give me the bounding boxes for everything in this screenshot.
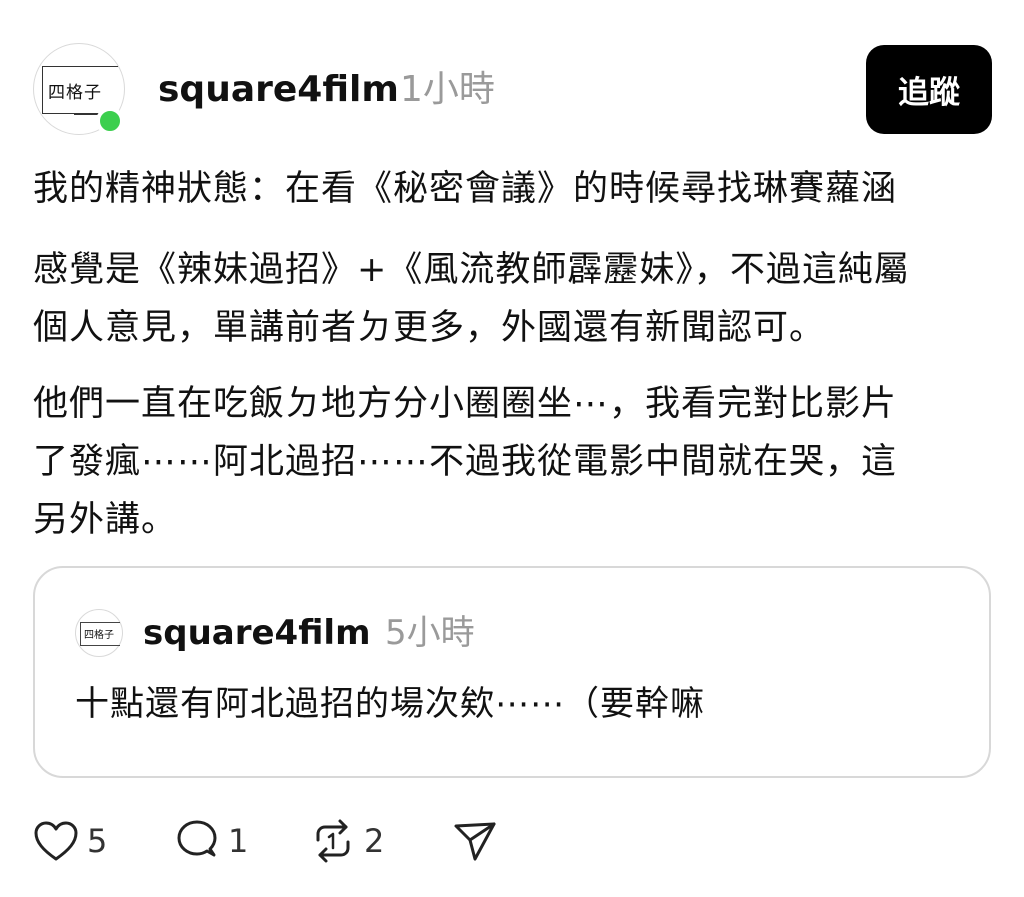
post-paragraph: 我的精神狀態：在看《秘密會議》的時候尋找琳賽蘿涵 bbox=[33, 169, 898, 209]
repost-icon bbox=[310, 818, 356, 864]
heart-icon bbox=[33, 820, 79, 862]
comment-icon bbox=[174, 818, 220, 864]
quoted-post-text: 十點還有阿北過招的場次欸⋯⋯（要幹嘛 bbox=[75, 684, 705, 724]
quoted-username: square4film bbox=[143, 613, 371, 653]
share-button[interactable] bbox=[452, 815, 498, 867]
thread-post: 四格子 square4film 1小時 追蹤 我的精神狀態：在看《秘密會議》的時… bbox=[0, 0, 1024, 897]
post-paragraph: 他們一直在吃飯ㄉ地方分小圈圈坐⋯，我看完對比影片 了發瘋⋯⋯阿北過招⋯⋯不過我從… bbox=[33, 384, 898, 540]
like-count: 5 bbox=[87, 822, 108, 860]
like-button[interactable]: 5 bbox=[33, 815, 107, 867]
repost-count: 2 bbox=[364, 822, 385, 860]
post-username[interactable]: square4film bbox=[158, 68, 399, 112]
avatar-logo-text: 四格子 bbox=[48, 83, 102, 103]
quoted-post-card[interactable]: 四格子 square4film 5小時 十點還有阿北過招的場次欸⋯⋯（要幹嘛 bbox=[33, 566, 991, 778]
quoted-timestamp: 5小時 bbox=[385, 613, 475, 653]
post-timestamp: 1小時 bbox=[400, 69, 495, 110]
reply-button[interactable]: 1 bbox=[174, 815, 248, 867]
post-paragraph: 感覺是《辣妹過招》+《風流教師霹靂妹》，不過這純屬 個人意見，單講前者ㄉ更多，外… bbox=[33, 250, 910, 348]
reply-count: 1 bbox=[228, 822, 249, 860]
repost-button[interactable]: 2 bbox=[310, 815, 384, 867]
quoted-avatar-logo-text: 四格子 bbox=[84, 630, 114, 641]
online-status-dot bbox=[96, 107, 124, 135]
quoted-avatar: 四格子 bbox=[75, 609, 123, 657]
follow-button[interactable]: 追蹤 bbox=[866, 45, 992, 134]
share-icon bbox=[452, 818, 498, 864]
